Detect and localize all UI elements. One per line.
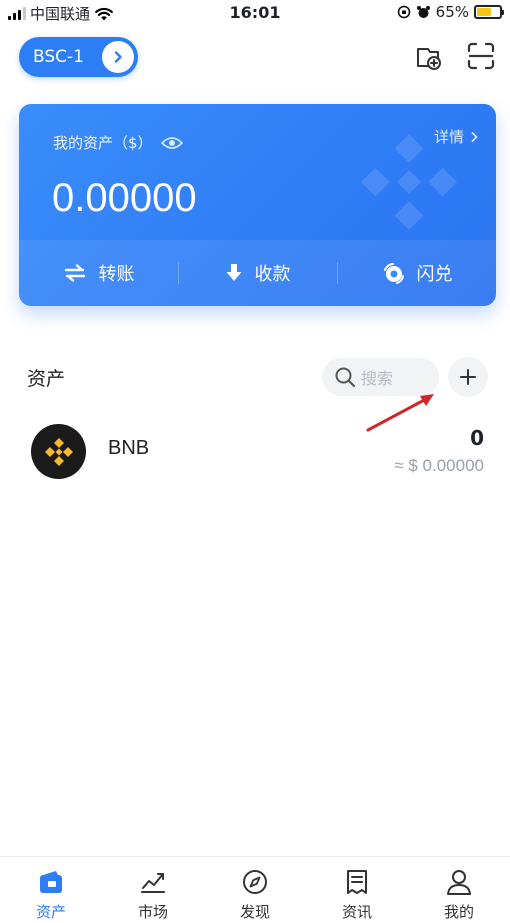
bottom-tab-bar: 资产 市场 发现 资讯 我的 <box>0 856 510 923</box>
swap-icon <box>383 263 404 284</box>
alarm-icon <box>416 5 430 18</box>
swap-button[interactable]: 闪兑 <box>337 240 496 306</box>
tab-news[interactable]: 资讯 <box>306 857 408 923</box>
chain-label: BSC-1 <box>33 47 84 67</box>
coin-name: BNB <box>108 437 150 459</box>
detail-link-text: 详情 <box>433 128 464 146</box>
total-assets-amount: 0.00000 <box>52 176 197 220</box>
battery-icon <box>474 5 504 19</box>
transfer-label: 转账 <box>98 264 135 285</box>
tab-market[interactable]: 市场 <box>102 857 204 923</box>
battery-percent: 65% <box>435 3 469 21</box>
bnb-coin-icon <box>31 424 86 479</box>
swap-label: 闪兑 <box>416 264 453 285</box>
coin-amount: 0 <box>470 426 484 450</box>
tab-discover[interactable]: 发现 <box>204 857 306 923</box>
tab-profile[interactable]: 我的 <box>408 857 510 923</box>
tab-market-label: 市场 <box>137 903 168 921</box>
coin-fiat-value: ≈ $ 0.00000 <box>394 456 484 475</box>
add-wallet-icon[interactable] <box>412 40 444 72</box>
chevron-right-icon <box>102 41 134 73</box>
search-placeholder: 搜索 <box>361 369 394 388</box>
scan-icon[interactable] <box>465 40 497 72</box>
news-icon <box>347 870 367 894</box>
market-chart-icon <box>141 873 165 893</box>
total-assets-card: 我的资产（$） 详情 0.00000 转账 收款 闪兑 <box>19 104 496 306</box>
transfer-button[interactable]: 转账 <box>19 240 178 306</box>
tab-assets[interactable]: 资产 <box>0 857 102 923</box>
tab-profile-label: 我的 <box>443 903 474 921</box>
asset-list-item[interactable]: BNB 0 ≈ $ 0.00000 <box>0 418 510 484</box>
chain-selector-button[interactable]: BSC-1 <box>19 37 138 77</box>
total-assets-label: 我的资产（$） <box>53 132 183 153</box>
arrow-down-icon <box>226 264 241 281</box>
orientation-lock-icon <box>397 5 410 19</box>
wallet-icon <box>40 871 62 893</box>
receive-label: 收款 <box>254 264 291 285</box>
plus-icon <box>460 369 476 385</box>
add-asset-button[interactable] <box>448 357 488 397</box>
total-assets-label-text: 我的资产（$） <box>53 134 153 152</box>
transfer-icon <box>64 264 85 282</box>
status-right: 65% <box>397 3 504 21</box>
detail-link[interactable]: 详情 <box>434 126 478 147</box>
receive-button[interactable]: 收款 <box>178 240 337 306</box>
search-icon <box>335 367 356 388</box>
assets-section-title: 资产 <box>27 368 66 390</box>
user-icon <box>447 870 471 895</box>
card-action-bar: 转账 收款 闪兑 <box>19 240 496 306</box>
eye-icon[interactable] <box>160 136 183 150</box>
chevron-right-icon <box>471 131 478 142</box>
tab-assets-label: 资产 <box>35 903 66 921</box>
tab-discover-label: 发现 <box>239 903 270 921</box>
status-bar: 中国联通 16:01 65% <box>0 0 510 26</box>
compass-icon <box>243 870 267 894</box>
tab-news-label: 资讯 <box>341 903 372 921</box>
